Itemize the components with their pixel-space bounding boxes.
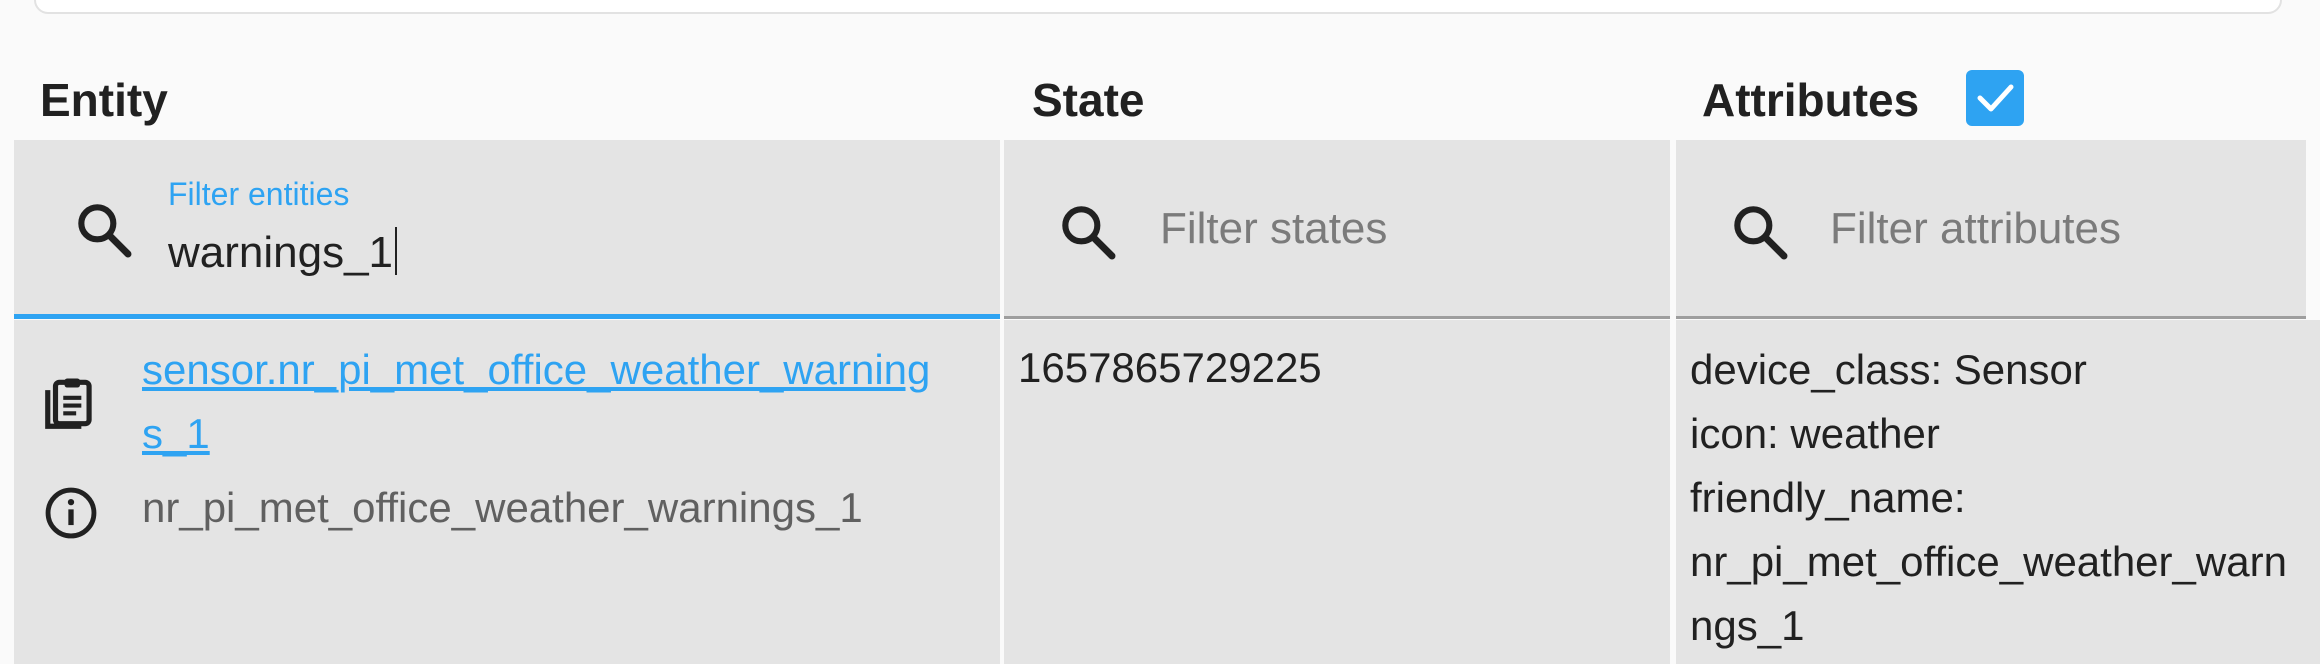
clipboard-icon[interactable] bbox=[40, 372, 102, 434]
attribute-line: ngs_1 bbox=[1690, 602, 1805, 649]
search-icon bbox=[78, 204, 132, 258]
attribute-line: friendly_name: bbox=[1690, 474, 1966, 521]
entity-id-line-1: sensor.nr_pi_met_office_weather_warning bbox=[142, 346, 931, 393]
attribute-line: nr_pi_met_office_weather_warn bbox=[1690, 538, 2287, 585]
attributes-filter-field[interactable]: Filter attributes bbox=[1676, 140, 2306, 319]
entity-id-link[interactable]: sensor.nr_pi_met_office_weather_warning … bbox=[142, 338, 972, 466]
state-filter-input[interactable]: Filter states bbox=[1160, 202, 1387, 256]
info-icon[interactable] bbox=[42, 484, 100, 542]
entity-filter-input[interactable]: warnings_1 bbox=[168, 226, 398, 280]
entity-friendly-name: nr_pi_met_office_weather_warnings_1 bbox=[142, 484, 863, 531]
attributes-filter-input[interactable]: Filter attributes bbox=[1830, 202, 2121, 256]
attribute-line: device_class: Sensor bbox=[1690, 346, 2087, 393]
entity-filter-field[interactable]: Filter entities warnings_1 bbox=[14, 140, 1000, 319]
search-icon bbox=[1734, 206, 1788, 260]
state-value: 1657865729225 bbox=[1018, 344, 1322, 391]
attributes-checkbox[interactable] bbox=[1966, 70, 2024, 126]
text-caret bbox=[395, 227, 398, 275]
entity-filter-value: warnings_1 bbox=[168, 228, 394, 277]
column-header-state: State bbox=[1032, 74, 1145, 126]
entity-id-line-2: s_1 bbox=[142, 410, 210, 457]
state-filter-field[interactable]: Filter states bbox=[1004, 140, 1670, 319]
column-header-entity: Entity bbox=[40, 74, 168, 126]
checkbox-checked-icon bbox=[1977, 84, 2014, 112]
attribute-line: icon: weather bbox=[1690, 410, 1940, 457]
search-icon bbox=[1062, 206, 1116, 260]
top-card bbox=[34, 0, 2282, 14]
attributes-list: device_class: Sensor icon: weather frien… bbox=[1690, 338, 2320, 658]
entity-filter-label: Filter entities bbox=[168, 176, 350, 212]
column-header-attributes: Attributes bbox=[1702, 74, 1920, 126]
